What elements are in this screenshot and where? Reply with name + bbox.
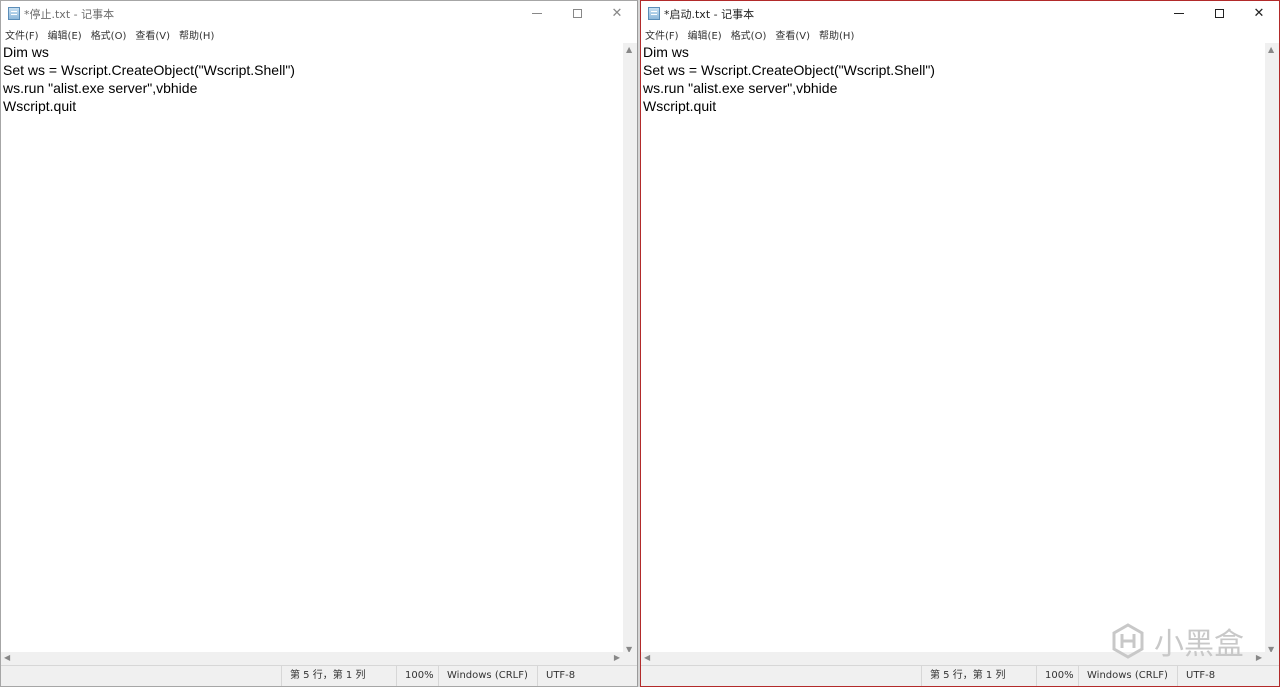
close-icon: ✕: [1253, 6, 1265, 21]
menu-edit[interactable]: 编辑(E): [688, 27, 722, 42]
code-line: ws.run "alist.exe server",vbhide: [643, 80, 838, 96]
encoding: UTF-8: [537, 666, 606, 686]
menu-help[interactable]: 帮助(H): [819, 27, 854, 42]
text-editor[interactable]: Dim ws Set ws = Wscript.CreateObject("Ws…: [1, 43, 623, 656]
scroll-up-icon[interactable]: ▲: [626, 45, 632, 54]
menu-edit[interactable]: 编辑(E): [48, 27, 82, 42]
close-icon: ✕: [611, 6, 623, 21]
vertical-scrollbar[interactable]: ▲ ▼: [623, 43, 637, 656]
minimize-icon: [532, 13, 542, 14]
scrollbar-corner: [623, 652, 637, 666]
menu-help[interactable]: 帮助(H): [179, 27, 214, 42]
minimize-button[interactable]: [517, 1, 557, 26]
vertical-scrollbar[interactable]: ▲ ▼: [1265, 43, 1279, 656]
title-bar[interactable]: *启动.txt - 记事本 ✕: [641, 1, 1279, 26]
menu-bar: 文件(F) 编辑(E) 格式(O) 查看(V) 帮助(H): [641, 26, 1279, 43]
close-button[interactable]: ✕: [597, 1, 637, 26]
zoom-level: 100%: [396, 666, 439, 686]
minimize-icon: [1174, 13, 1184, 14]
scroll-left-icon[interactable]: ◀: [4, 653, 10, 662]
code-line: Dim ws: [643, 44, 689, 60]
watermark: 小黑盒: [1110, 619, 1244, 663]
code-line: Set ws = Wscript.CreateObject("Wscript.S…: [643, 62, 935, 78]
code-line: Set ws = Wscript.CreateObject("Wscript.S…: [3, 62, 295, 78]
status-bar: 第 5 行，第 1 列 100% Windows (CRLF) UTF-8: [1, 665, 637, 686]
scroll-right-icon[interactable]: ▶: [614, 653, 620, 662]
notepad-icon: [8, 7, 20, 20]
scroll-left-icon[interactable]: ◀: [644, 653, 650, 662]
scroll-right-icon[interactable]: ▶: [1256, 653, 1262, 662]
maximize-button[interactable]: [557, 1, 597, 26]
cursor-position: 第 5 行，第 1 列: [281, 666, 390, 686]
close-button[interactable]: ✕: [1239, 1, 1279, 26]
menu-view[interactable]: 查看(V): [775, 27, 810, 42]
scroll-up-icon[interactable]: ▲: [1268, 45, 1274, 54]
window-title: *停止.txt - 记事本: [24, 8, 115, 21]
maximize-icon: [572, 9, 582, 18]
menu-file[interactable]: 文件(F): [5, 27, 39, 42]
zoom-level: 100%: [1036, 666, 1079, 686]
code-line: Dim ws: [3, 44, 49, 60]
heybox-logo-icon: [1110, 623, 1146, 659]
notepad-icon: [648, 7, 660, 20]
code-line: Wscript.quit: [643, 98, 717, 114]
menu-view[interactable]: 查看(V): [135, 27, 170, 42]
horizontal-scrollbar[interactable]: ◀ ▶: [1, 652, 623, 666]
scrollbar-corner: [1265, 652, 1279, 666]
encoding: UTF-8: [1177, 666, 1246, 686]
minimize-button[interactable]: [1159, 1, 1199, 26]
maximize-button[interactable]: [1199, 1, 1239, 26]
notepad-window-stop[interactable]: *停止.txt - 记事本 ✕ 文件(F) 编辑(E) 格式(O) 查看(V) …: [0, 0, 638, 687]
menu-format[interactable]: 格式(O): [731, 27, 767, 42]
window-title: *启动.txt - 记事本: [664, 8, 755, 21]
notepad-window-start[interactable]: *启动.txt - 记事本 ✕ 文件(F) 编辑(E) 格式(O) 查看(V) …: [640, 0, 1280, 687]
line-ending: Windows (CRLF): [1078, 666, 1172, 686]
title-bar[interactable]: *停止.txt - 记事本 ✕: [1, 1, 637, 26]
cursor-position: 第 5 行，第 1 列: [921, 666, 1030, 686]
menu-file[interactable]: 文件(F): [645, 27, 679, 42]
code-line: ws.run "alist.exe server",vbhide: [3, 80, 198, 96]
text-editor[interactable]: Dim ws Set ws = Wscript.CreateObject("Ws…: [641, 43, 1265, 656]
menu-format[interactable]: 格式(O): [91, 27, 127, 42]
maximize-icon: [1214, 9, 1224, 18]
menu-bar: 文件(F) 编辑(E) 格式(O) 查看(V) 帮助(H): [1, 26, 637, 43]
line-ending: Windows (CRLF): [438, 666, 532, 686]
status-bar: 第 5 行，第 1 列 100% Windows (CRLF) UTF-8: [641, 665, 1279, 686]
code-line: Wscript.quit: [3, 98, 77, 114]
watermark-text: 小黑盒: [1154, 627, 1244, 662]
